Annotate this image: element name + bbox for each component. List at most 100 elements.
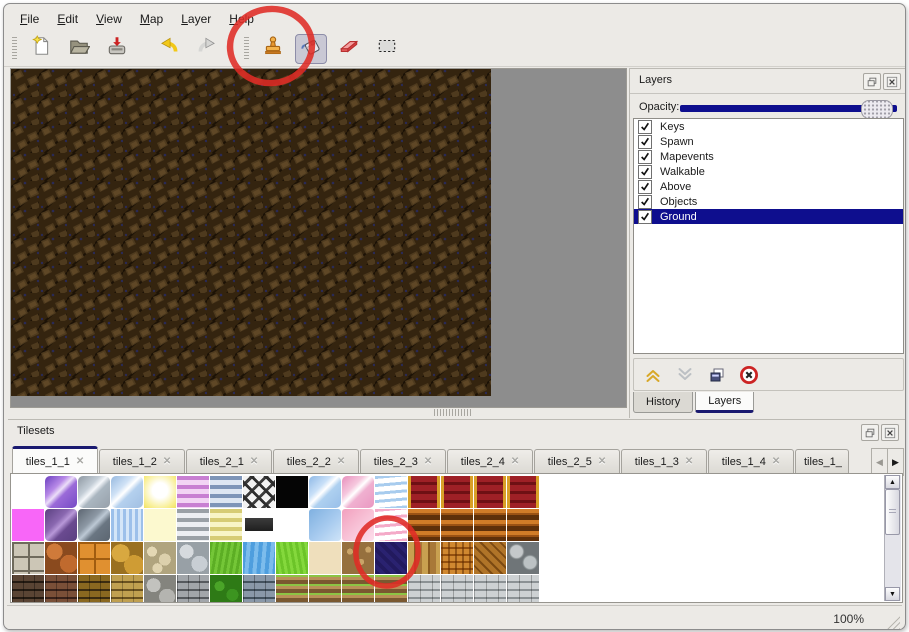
layer-visibility-checkbox[interactable] bbox=[638, 120, 652, 134]
layer-row-keys[interactable]: Keys bbox=[634, 119, 903, 134]
map-canvas[interactable] bbox=[10, 68, 627, 408]
tile-brick-gray[interactable] bbox=[177, 575, 209, 603]
tileset-tab-tiles_1_4[interactable]: tiles_1_4✕ bbox=[708, 449, 794, 474]
tile-empty[interactable] bbox=[12, 476, 44, 508]
tile-stripe-yellow[interactable] bbox=[210, 509, 242, 541]
scroll-tabs-left-button[interactable]: ◀ bbox=[871, 448, 888, 476]
menu-file[interactable]: File bbox=[12, 10, 47, 28]
tile-cobble-gray[interactable] bbox=[144, 575, 176, 603]
duplicate-layer-button[interactable] bbox=[704, 363, 730, 387]
tile-glass-darkpurple[interactable] bbox=[45, 509, 77, 541]
tile-curtain-blue[interactable] bbox=[375, 476, 407, 508]
tab-close-icon[interactable]: ✕ bbox=[685, 456, 693, 467]
delete-layer-button[interactable] bbox=[736, 363, 762, 387]
close-panel-button[interactable] bbox=[883, 73, 901, 90]
tile-curtain-pink[interactable] bbox=[375, 509, 407, 541]
tile-glass-purple[interactable] bbox=[45, 476, 77, 508]
tile-stripe-pink[interactable] bbox=[177, 476, 209, 508]
tab-close-icon[interactable]: ✕ bbox=[424, 456, 432, 467]
tile-glass-blue-solid[interactable] bbox=[309, 509, 341, 541]
tileset-tab-tiles_1_3[interactable]: tiles_1_3✕ bbox=[621, 449, 707, 474]
new-map-button[interactable] bbox=[25, 34, 57, 64]
layer-visibility-checkbox[interactable] bbox=[638, 165, 652, 179]
tab-layers[interactable]: Layers bbox=[695, 392, 754, 413]
layer-row-objects[interactable]: Objects bbox=[634, 194, 903, 209]
menu-map[interactable]: Map bbox=[132, 10, 171, 28]
tile-brick-lightgray[interactable] bbox=[441, 575, 473, 603]
redo-button[interactable] bbox=[191, 34, 223, 64]
layer-visibility-checkbox[interactable] bbox=[638, 150, 652, 164]
tile-glass-pink[interactable] bbox=[342, 476, 374, 508]
menu-edit[interactable]: Edit bbox=[49, 10, 86, 28]
horizontal-splitter-handle[interactable] bbox=[434, 409, 472, 416]
tile-brick-blue[interactable] bbox=[243, 575, 275, 603]
tile-flagstone-gold[interactable] bbox=[111, 542, 143, 574]
tileset-tab-tiles_2_5[interactable]: tiles_2_5✕ bbox=[534, 449, 620, 474]
tile-herringbone[interactable] bbox=[474, 542, 506, 574]
tile-lattice[interactable] bbox=[243, 476, 275, 508]
tile-brick-gold[interactable] bbox=[78, 575, 110, 603]
tile-carpet-red[interactable] bbox=[408, 476, 440, 508]
tile-dirt-spots[interactable] bbox=[342, 542, 374, 574]
tile-water-blue[interactable] bbox=[243, 542, 275, 574]
move-layer-down-button[interactable] bbox=[672, 363, 698, 387]
opacity-slider-track[interactable] bbox=[680, 105, 897, 112]
fill-tool-button[interactable] bbox=[295, 34, 327, 64]
tile-brick-lightgray[interactable] bbox=[507, 575, 539, 603]
scroll-up-button[interactable]: ▲ bbox=[885, 475, 900, 489]
tile-sand[interactable] bbox=[309, 542, 341, 574]
tile-brick-lightgray[interactable] bbox=[408, 575, 440, 603]
tile-planks-vertical[interactable] bbox=[408, 542, 440, 574]
menu-layer[interactable]: Layer bbox=[173, 10, 219, 28]
tile-carpet-red[interactable] bbox=[507, 476, 539, 508]
close-panel-button[interactable] bbox=[881, 424, 899, 441]
scroll-down-button[interactable]: ▼ bbox=[885, 587, 900, 601]
tile-glass-blue[interactable] bbox=[111, 476, 143, 508]
menu-view[interactable]: View bbox=[88, 10, 130, 28]
tile-black[interactable] bbox=[276, 476, 308, 508]
tile-stones-gray[interactable] bbox=[177, 542, 209, 574]
tile-glass-lightblue[interactable] bbox=[309, 476, 341, 508]
tile-logs-gray[interactable] bbox=[507, 542, 539, 574]
tab-history[interactable]: History bbox=[633, 392, 693, 413]
tileset-tab-tiles_2_2[interactable]: tiles_2_2✕ bbox=[273, 449, 359, 474]
tile-carpet-red[interactable] bbox=[441, 476, 473, 508]
tab-close-icon[interactable]: ✕ bbox=[598, 456, 606, 467]
tile-pebbles-beige[interactable] bbox=[144, 542, 176, 574]
tile-empty[interactable] bbox=[276, 509, 308, 541]
layer-visibility-checkbox[interactable] bbox=[638, 195, 652, 209]
tile-carpet-red[interactable] bbox=[474, 476, 506, 508]
layer-row-walkable[interactable]: Walkable bbox=[634, 164, 903, 179]
tab-close-icon[interactable]: ✕ bbox=[772, 456, 780, 467]
tile-dirt-rows[interactable] bbox=[309, 575, 341, 603]
tile-brick-tan[interactable] bbox=[111, 575, 143, 603]
tile-glass-gray[interactable] bbox=[78, 476, 110, 508]
layer-row-ground[interactable]: Ground bbox=[634, 209, 903, 224]
tile-stripe-gray[interactable] bbox=[177, 509, 209, 541]
tile-brick-brown[interactable] bbox=[45, 575, 77, 603]
tile-wicker[interactable] bbox=[441, 542, 473, 574]
tab-close-icon[interactable]: ✕ bbox=[511, 456, 519, 467]
tile-pale-yellow[interactable] bbox=[144, 509, 176, 541]
scrollbar-thumb[interactable] bbox=[885, 489, 900, 535]
tileset-tab-tiles_1_1[interactable]: tiles_1_1✕ bbox=[12, 446, 98, 474]
layer-visibility-checkbox[interactable] bbox=[638, 135, 652, 149]
tile-brick-lightgray[interactable] bbox=[474, 575, 506, 603]
layer-row-mapevents[interactable]: Mapevents bbox=[634, 149, 903, 164]
layer-visibility-checkbox[interactable] bbox=[638, 210, 652, 224]
tileset-tab-tiles_1_2[interactable]: tiles_1_2✕ bbox=[99, 449, 185, 474]
tile-planks-orange[interactable] bbox=[474, 509, 506, 541]
tile-magenta[interactable] bbox=[12, 509, 44, 541]
tab-close-icon[interactable]: ✕ bbox=[337, 456, 345, 467]
tile-dirt-rows[interactable] bbox=[276, 575, 308, 603]
stamp-tool-button[interactable] bbox=[257, 34, 289, 64]
tile-stripe-blue[interactable] bbox=[210, 476, 242, 508]
layer-row-spawn[interactable]: Spawn bbox=[634, 134, 903, 149]
tab-close-icon[interactable]: ✕ bbox=[76, 456, 84, 467]
rect-select-tool-button[interactable] bbox=[371, 34, 403, 64]
tile-glass-darkgray[interactable] bbox=[78, 509, 110, 541]
tile-glass-pink-solid[interactable] bbox=[342, 509, 374, 541]
palette-scrollbar[interactable]: ▲ ▼ bbox=[884, 475, 901, 601]
tab-close-icon[interactable]: ✕ bbox=[163, 456, 171, 467]
opacity-slider-handle[interactable] bbox=[861, 100, 893, 119]
